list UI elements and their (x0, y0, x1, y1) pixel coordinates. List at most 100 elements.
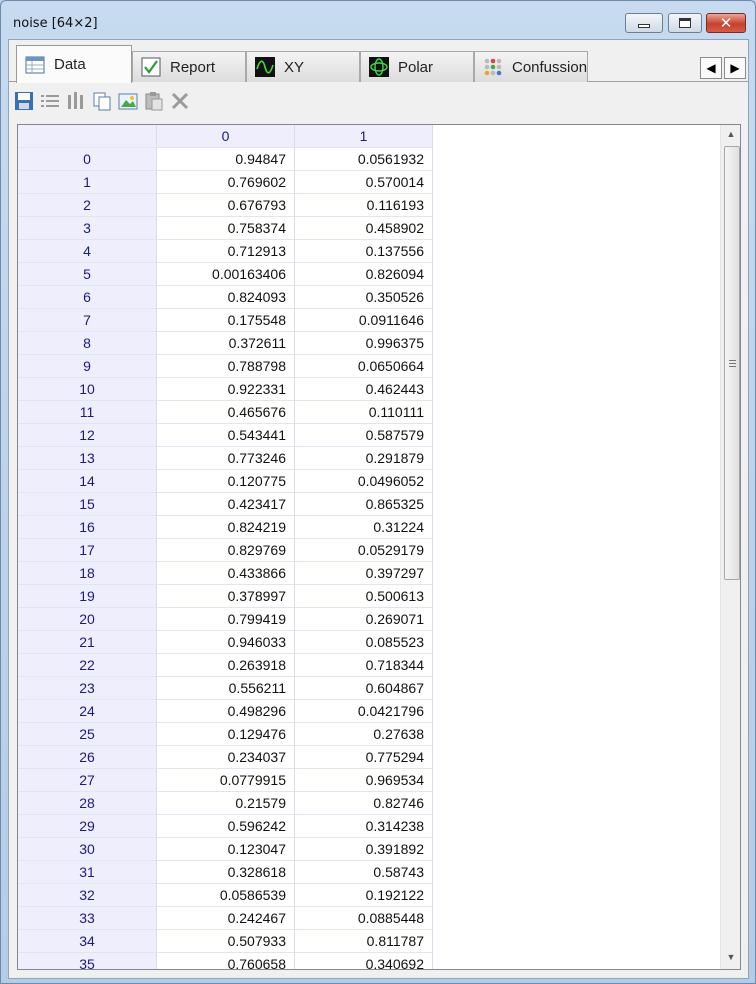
value-cell[interactable]: 0.996375 (295, 332, 433, 355)
value-cell[interactable]: 0.234037 (157, 746, 295, 769)
value-cell[interactable]: 0.604867 (295, 677, 433, 700)
value-cell[interactable]: 0.465676 (157, 401, 295, 424)
value-cell[interactable]: 0.328618 (157, 861, 295, 884)
value-cell[interactable]: 0.0586539 (157, 884, 295, 907)
value-cell[interactable]: 0.0496052 (295, 470, 433, 493)
row-index-cell[interactable]: 23 (18, 677, 157, 700)
vertical-scrollbar[interactable]: ▲ ▼ (720, 125, 740, 969)
value-cell[interactable]: 0.340692 (295, 953, 433, 969)
table-row[interactable]: 20 0.799419 0.269071 (18, 608, 433, 631)
value-cell[interactable]: 0.129476 (157, 723, 295, 746)
row-index-cell[interactable]: 35 (18, 953, 157, 969)
value-cell[interactable]: 0.192122 (295, 884, 433, 907)
table-row[interactable]: 18 0.433866 0.397297 (18, 562, 433, 585)
table-row[interactable]: 16 0.824219 0.31224 (18, 516, 433, 539)
row-index-cell[interactable]: 5 (18, 263, 157, 286)
value-cell[interactable]: 0.865325 (295, 493, 433, 516)
row-index-cell[interactable]: 4 (18, 240, 157, 263)
value-cell[interactable]: 0.922331 (157, 378, 295, 401)
table-row[interactable]: 0 0.94847 0.0561932 (18, 148, 433, 171)
value-cell[interactable]: 0.543441 (157, 424, 295, 447)
table-row[interactable]: 30 0.123047 0.391892 (18, 838, 433, 861)
value-cell[interactable]: 0.458902 (295, 217, 433, 240)
value-cell[interactable]: 0.824219 (157, 516, 295, 539)
close-button[interactable]: ✕ (706, 13, 746, 33)
value-cell[interactable]: 0.350526 (295, 286, 433, 309)
table-row[interactable]: 31 0.328618 0.58743 (18, 861, 433, 884)
value-cell[interactable]: 0.826094 (295, 263, 433, 286)
row-index-cell[interactable]: 9 (18, 355, 157, 378)
table-row[interactable]: 12 0.543441 0.587579 (18, 424, 433, 447)
value-cell[interactable]: 0.462443 (295, 378, 433, 401)
tab-report[interactable]: Report (132, 51, 246, 82)
value-cell[interactable]: 0.587579 (295, 424, 433, 447)
table-row[interactable]: 11 0.465676 0.110111 (18, 401, 433, 424)
row-index-cell[interactable]: 28 (18, 792, 157, 815)
row-index-cell[interactable]: 32 (18, 884, 157, 907)
row-index-cell[interactable]: 18 (18, 562, 157, 585)
value-cell[interactable]: 0.116193 (295, 194, 433, 217)
row-index-cell[interactable]: 16 (18, 516, 157, 539)
table-row[interactable]: 4 0.712913 0.137556 (18, 240, 433, 263)
row-index-cell[interactable]: 0 (18, 148, 157, 171)
value-cell[interactable]: 0.507933 (157, 930, 295, 953)
table-row[interactable]: 35 0.760658 0.340692 (18, 953, 433, 969)
table-row[interactable]: 17 0.829769 0.0529179 (18, 539, 433, 562)
delete-icon[interactable] (168, 89, 191, 113)
value-cell[interactable]: 0.824093 (157, 286, 295, 309)
row-index-cell[interactable]: 1 (18, 171, 157, 194)
tab-scroll-left-button[interactable]: ◀ (700, 57, 722, 79)
row-index-cell[interactable]: 24 (18, 700, 157, 723)
table-row[interactable]: 1 0.769602 0.570014 (18, 171, 433, 194)
table-row[interactable]: 27 0.0779915 0.969534 (18, 769, 433, 792)
row-index-cell[interactable]: 27 (18, 769, 157, 792)
value-cell[interactable]: 0.799419 (157, 608, 295, 631)
table-row[interactable]: 9 0.788798 0.0650664 (18, 355, 433, 378)
tab-data[interactable]: Data (16, 45, 132, 83)
value-cell[interactable]: 0.120775 (157, 470, 295, 493)
value-cell[interactable]: 0.0529179 (295, 539, 433, 562)
row-index-cell[interactable]: 22 (18, 654, 157, 677)
row-index-cell[interactable]: 21 (18, 631, 157, 654)
columns-icon[interactable] (64, 89, 87, 113)
value-cell[interactable]: 0.123047 (157, 838, 295, 861)
tab-polar[interactable]: Polar (360, 51, 474, 82)
value-cell[interactable]: 0.378997 (157, 585, 295, 608)
row-index-cell[interactable]: 6 (18, 286, 157, 309)
minimize-button[interactable] (625, 13, 663, 33)
table-row[interactable]: 2 0.676793 0.116193 (18, 194, 433, 217)
table-row[interactable]: 13 0.773246 0.291879 (18, 447, 433, 470)
table-row[interactable]: 7 0.175548 0.0911646 (18, 309, 433, 332)
value-cell[interactable]: 0.175548 (157, 309, 295, 332)
table-row[interactable]: 26 0.234037 0.775294 (18, 746, 433, 769)
row-index-cell[interactable]: 12 (18, 424, 157, 447)
value-cell[interactable]: 0.769602 (157, 171, 295, 194)
table-row[interactable]: 15 0.423417 0.865325 (18, 493, 433, 516)
value-cell[interactable]: 0.0561932 (295, 148, 433, 171)
table-row[interactable]: 21 0.946033 0.085523 (18, 631, 433, 654)
row-index-cell[interactable]: 11 (18, 401, 157, 424)
value-cell[interactable]: 0.758374 (157, 217, 295, 240)
value-cell[interactable]: 0.110111 (295, 401, 433, 424)
table-row[interactable]: 25 0.129476 0.27638 (18, 723, 433, 746)
row-index-cell[interactable]: 33 (18, 907, 157, 930)
row-index-cell[interactable]: 13 (18, 447, 157, 470)
value-cell[interactable]: 0.676793 (157, 194, 295, 217)
value-cell[interactable]: 0.570014 (295, 171, 433, 194)
value-cell[interactable]: 0.969534 (295, 769, 433, 792)
row-index-cell[interactable]: 30 (18, 838, 157, 861)
value-cell[interactable]: 0.433866 (157, 562, 295, 585)
value-cell[interactable]: 0.596242 (157, 815, 295, 838)
table-row[interactable]: 6 0.824093 0.350526 (18, 286, 433, 309)
table-row[interactable]: 3 0.758374 0.458902 (18, 217, 433, 240)
row-index-cell[interactable]: 31 (18, 861, 157, 884)
table-row[interactable]: 14 0.120775 0.0496052 (18, 470, 433, 493)
row-index-cell[interactable]: 26 (18, 746, 157, 769)
row-index-cell[interactable]: 20 (18, 608, 157, 631)
table-row[interactable]: 5 0.00163406 0.826094 (18, 263, 433, 286)
row-index-cell[interactable]: 14 (18, 470, 157, 493)
value-cell[interactable]: 0.788798 (157, 355, 295, 378)
paste-icon[interactable] (142, 89, 165, 113)
scroll-down-arrow[interactable]: ▼ (721, 948, 740, 966)
corner-header[interactable] (18, 125, 157, 148)
